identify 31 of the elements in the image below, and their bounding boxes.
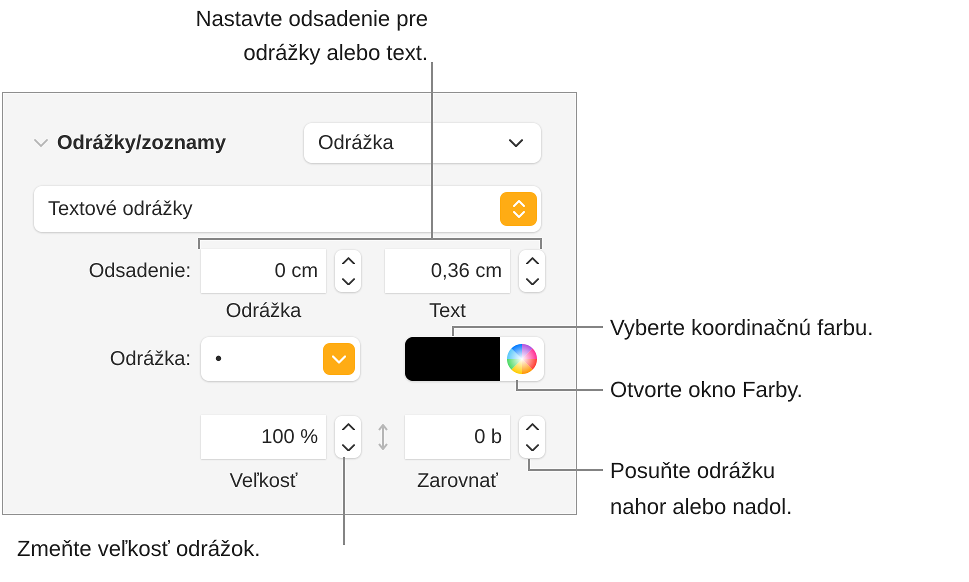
field-caption: Veľkosť xyxy=(228,470,298,492)
size-field[interactable]: 100 % xyxy=(201,415,326,459)
bullet-label: Odrážka: xyxy=(108,348,191,370)
vertical-arrows-icon xyxy=(377,423,389,451)
stepper[interactable] xyxy=(519,416,545,458)
align-field[interactable]: 0 b xyxy=(405,415,510,459)
chevron-icon xyxy=(509,138,523,148)
indent-field[interactable]: 0 cm xyxy=(201,249,326,293)
color-well[interactable] xyxy=(405,337,544,381)
bullet-value: • xyxy=(215,348,222,370)
bullet-popup[interactable]: • xyxy=(201,337,360,381)
callout-text: Posuňte odrážku nahor alebo nadol. xyxy=(610,457,794,521)
callout-text: Vyberte koordinačnú farbu. xyxy=(610,314,874,342)
stepper[interactable] xyxy=(335,250,361,292)
indent-label: Odsadenie: xyxy=(88,260,191,282)
color-wheel-icon[interactable] xyxy=(506,343,538,375)
indent-field[interactable]: 0,36 cm xyxy=(385,249,510,293)
field-caption: Text xyxy=(428,300,467,322)
bullet-type-popup[interactable]: Textové odrážky xyxy=(34,186,541,232)
stepper[interactable] xyxy=(335,416,361,458)
section-title: Odrážky/zoznamy xyxy=(57,132,226,154)
stepper-icon xyxy=(500,192,537,226)
color-swatch[interactable] xyxy=(405,337,500,381)
callout-text: Otvorte okno Farby. xyxy=(610,376,804,404)
field-caption: Odrážka xyxy=(224,300,302,322)
callout-text: Zmeňte veľkosť odrážok. xyxy=(17,535,262,563)
callout-text: Nastavte odsadenie pre odrážky alebo text. xyxy=(194,5,428,67)
stepper[interactable] xyxy=(519,250,545,292)
list-style-popup[interactable]: Odrážka xyxy=(304,123,541,163)
chevron-icon xyxy=(323,343,355,375)
field-caption: Zarovnať xyxy=(416,470,499,492)
